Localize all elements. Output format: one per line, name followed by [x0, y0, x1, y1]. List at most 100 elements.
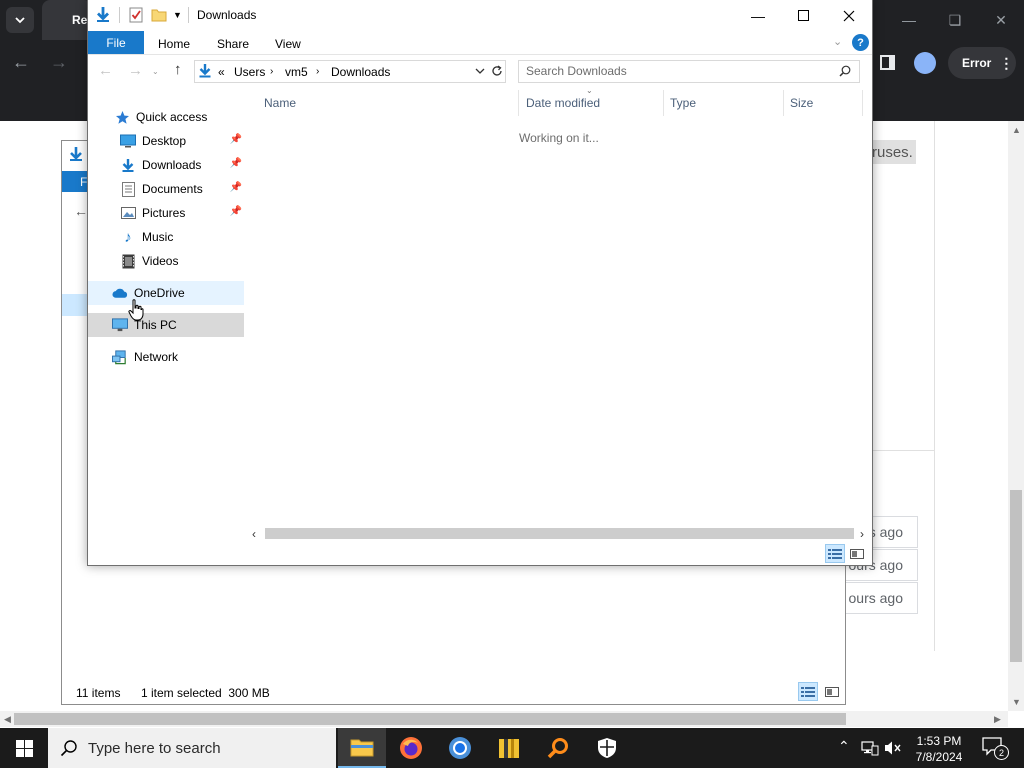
taskbar-search-input[interactable] — [86, 738, 330, 758]
page-vertical-scroll-thumb[interactable] — [1010, 490, 1022, 662]
breadcrumb-users[interactable]: Users — [234, 65, 265, 79]
breadcrumb-downloads[interactable]: Downloads — [331, 65, 390, 79]
up-button[interactable]: ↑ — [174, 61, 182, 78]
tab-file[interactable]: File — [88, 31, 144, 54]
page-horizontal-scroll-thumb[interactable] — [14, 713, 846, 725]
expand-ribbon-icon[interactable]: ⌄ — [833, 35, 842, 48]
taskbar-file-explorer[interactable] — [338, 728, 386, 768]
computer-icon — [112, 317, 128, 333]
side-panel-icon[interactable] — [880, 55, 895, 70]
close-icon — [843, 10, 855, 21]
scroll-right-icon[interactable]: ▶ — [994, 714, 1001, 725]
taskbar-search-tool[interactable] — [534, 728, 582, 768]
restore-icon: ❏ — [948, 11, 962, 28]
recent-locations-icon[interactable]: ⌄ — [152, 67, 159, 76]
column-name[interactable]: Name — [264, 96, 296, 110]
help-button[interactable]: ? — [852, 34, 869, 51]
nav-this-pc[interactable]: This PC — [88, 313, 244, 337]
hand-cursor-icon — [128, 299, 144, 324]
pin-icon: 📌 — [229, 182, 242, 193]
clock-date: 7/8/2024 — [915, 750, 963, 764]
page-divider — [934, 121, 935, 651]
loading-status: Working on it... — [519, 131, 599, 145]
browser-forward-button[interactable]: → — [50, 52, 68, 73]
browser-minimize-button[interactable]: — — [886, 0, 932, 40]
column-date-modified[interactable]: Date modified — [526, 96, 600, 110]
file-list-scroll-thumb[interactable] — [265, 528, 854, 539]
profile-avatar[interactable] — [914, 52, 936, 74]
breadcrumb-overflow[interactable]: « — [218, 65, 225, 79]
taskbar-search[interactable] — [48, 728, 336, 768]
nav-music[interactable]: ♪ Music — [88, 225, 244, 249]
minimize-button[interactable]: — — [735, 0, 781, 31]
properties-icon[interactable] — [129, 7, 144, 26]
pin-icon: 📌 — [229, 158, 242, 169]
taskbar-security[interactable] — [583, 728, 631, 768]
address-dropdown-icon[interactable] — [475, 65, 485, 79]
close-button[interactable] — [826, 0, 872, 31]
nav-music-label: Music — [142, 230, 174, 244]
tab-home[interactable]: Home — [158, 37, 190, 51]
nav-network[interactable]: Network — [88, 345, 244, 369]
column-size[interactable]: Size — [790, 96, 813, 110]
background-back-button[interactable]: ← — [74, 203, 88, 219]
column-separator[interactable] — [783, 90, 784, 116]
details-view-icon — [801, 686, 815, 697]
search-icon[interactable] — [839, 65, 851, 80]
page-list-item-3[interactable]: ours ago — [846, 582, 918, 614]
search-input[interactable] — [520, 62, 836, 80]
maximize-button[interactable] — [780, 0, 826, 31]
customize-toolbar-icon[interactable]: ▼ — [173, 10, 182, 20]
taskbar-firefox[interactable] — [387, 728, 435, 768]
profile-error-label: Error — [962, 56, 992, 70]
browser-restore-button[interactable]: ❏ — [932, 0, 978, 40]
nav-documents[interactable]: Documents 📌 — [88, 177, 244, 201]
show-hidden-icons-button[interactable]: ⌃ — [838, 738, 850, 755]
background-file-tab[interactable]: F — [62, 171, 88, 192]
nav-pictures[interactable]: Pictures 📌 — [88, 201, 244, 225]
column-separator[interactable] — [862, 90, 863, 116]
new-folder-icon[interactable] — [151, 7, 167, 25]
large-icons-view-button[interactable] — [847, 544, 867, 563]
scroll-left-icon[interactable]: ◀ — [4, 714, 11, 725]
browser-back-button[interactable]: ← — [12, 52, 30, 73]
network-status-icon[interactable] — [861, 740, 879, 759]
browser-close-button[interactable]: ✕ — [978, 0, 1024, 40]
scroll-right-icon[interactable]: › — [860, 527, 864, 541]
details-view-button[interactable] — [825, 544, 845, 563]
taskbar-winrar[interactable] — [485, 728, 533, 768]
toolbar-separator — [119, 7, 120, 23]
nav-onedrive[interactable]: OneDrive — [88, 281, 244, 305]
forward-button[interactable]: → — [128, 62, 143, 79]
back-button[interactable]: ← — [98, 62, 113, 79]
profile-error-button[interactable]: Error ⋮ — [948, 47, 1016, 79]
scroll-left-icon[interactable]: ‹ — [252, 527, 256, 541]
tab-view[interactable]: View — [275, 37, 301, 51]
breadcrumb-vm5[interactable]: vm5 — [285, 65, 308, 79]
tab-search-button[interactable] — [6, 7, 34, 33]
column-separator[interactable] — [518, 90, 519, 116]
browser-tab[interactable]: Re — [42, 0, 92, 40]
tab-share[interactable]: Share — [217, 37, 249, 51]
nav-desktop[interactable]: Desktop 📌 — [88, 129, 244, 153]
start-button[interactable] — [0, 728, 48, 768]
refresh-icon[interactable] — [491, 65, 503, 80]
scroll-down-icon[interactable]: ▼ — [1012, 697, 1021, 707]
tab-file-label: File — [106, 35, 126, 50]
nav-quick-access[interactable]: Quick access — [88, 105, 244, 129]
background-large-icons-view-button[interactable] — [822, 682, 842, 701]
network-icon — [112, 349, 128, 365]
background-details-view-button[interactable] — [798, 682, 818, 701]
downloads-location-icon — [198, 63, 212, 82]
breadcrumb-separator-icon[interactable]: › — [316, 66, 319, 77]
breadcrumb-separator-icon[interactable]: › — [270, 66, 273, 77]
nav-downloads[interactable]: Downloads 📌 — [88, 153, 244, 177]
music-icon: ♪ — [124, 228, 132, 246]
taskbar-chrome[interactable] — [436, 728, 484, 768]
column-separator[interactable] — [663, 90, 664, 116]
scroll-up-icon[interactable]: ▲ — [1012, 125, 1021, 135]
column-type[interactable]: Type — [670, 96, 696, 110]
nav-videos[interactable]: Videos — [88, 249, 244, 273]
taskbar-clock[interactable]: 1:53 PM 7/8/2024 — [900, 733, 978, 765]
notification-center-button[interactable]: 2 — [982, 736, 1009, 760]
